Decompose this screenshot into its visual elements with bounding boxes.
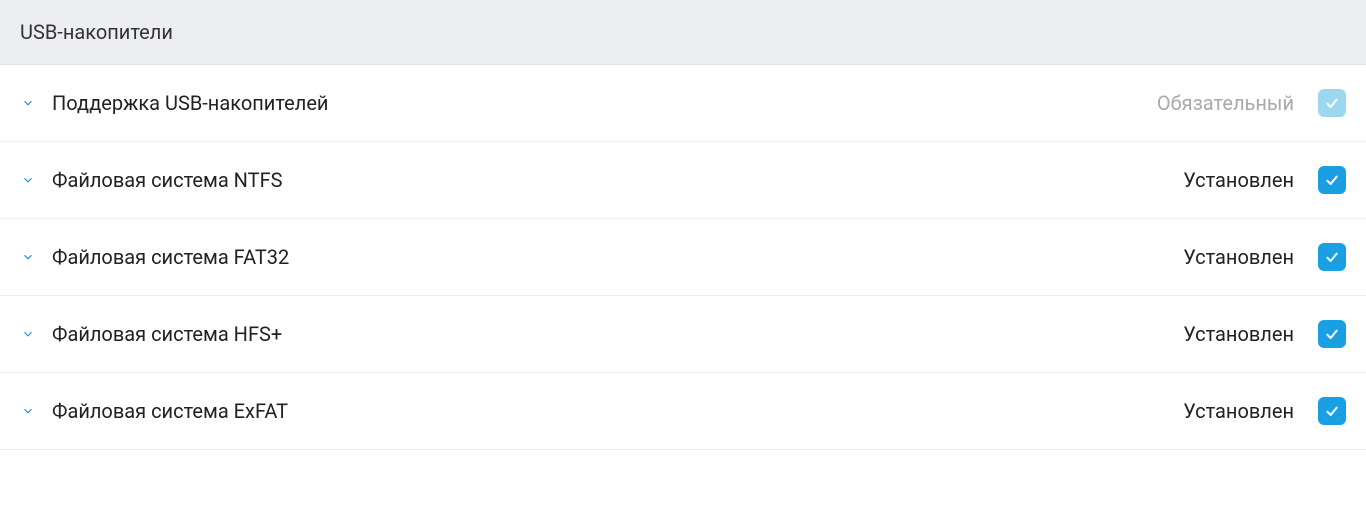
item-status: Обязательный xyxy=(1157,91,1294,115)
section-header: USB-накопители xyxy=(0,0,1366,65)
item-label: Файловая система ExFAT xyxy=(52,399,1167,423)
section-title: USB-накопители xyxy=(20,20,173,44)
item-status: Установлен xyxy=(1183,245,1294,269)
list-item: Файловая система NTFS Установлен xyxy=(0,142,1366,219)
chevron-down-icon[interactable] xyxy=(20,403,36,419)
item-checkbox[interactable] xyxy=(1318,166,1346,194)
list-item: Файловая система FAT32 Установлен xyxy=(0,219,1366,296)
item-label: Файловая система NTFS xyxy=(52,168,1167,192)
item-label: Поддержка USB-накопителей xyxy=(52,91,1141,115)
chevron-down-icon[interactable] xyxy=(20,326,36,342)
list-item: Файловая система ExFAT Установлен xyxy=(0,373,1366,450)
item-checkbox[interactable] xyxy=(1318,243,1346,271)
item-status: Установлен xyxy=(1183,322,1294,346)
item-checkbox[interactable] xyxy=(1318,320,1346,348)
item-label: Файловая система HFS+ xyxy=(52,322,1167,346)
component-list: Поддержка USB-накопителей Обязательный Ф… xyxy=(0,65,1366,450)
item-status: Установлен xyxy=(1183,399,1294,423)
chevron-down-icon[interactable] xyxy=(20,95,36,111)
chevron-down-icon[interactable] xyxy=(20,249,36,265)
list-item: Файловая система HFS+ Установлен xyxy=(0,296,1366,373)
chevron-down-icon[interactable] xyxy=(20,172,36,188)
item-checkbox[interactable] xyxy=(1318,397,1346,425)
item-status: Установлен xyxy=(1183,168,1294,192)
list-item: Поддержка USB-накопителей Обязательный xyxy=(0,65,1366,142)
item-checkbox xyxy=(1318,89,1346,117)
item-label: Файловая система FAT32 xyxy=(52,245,1167,269)
